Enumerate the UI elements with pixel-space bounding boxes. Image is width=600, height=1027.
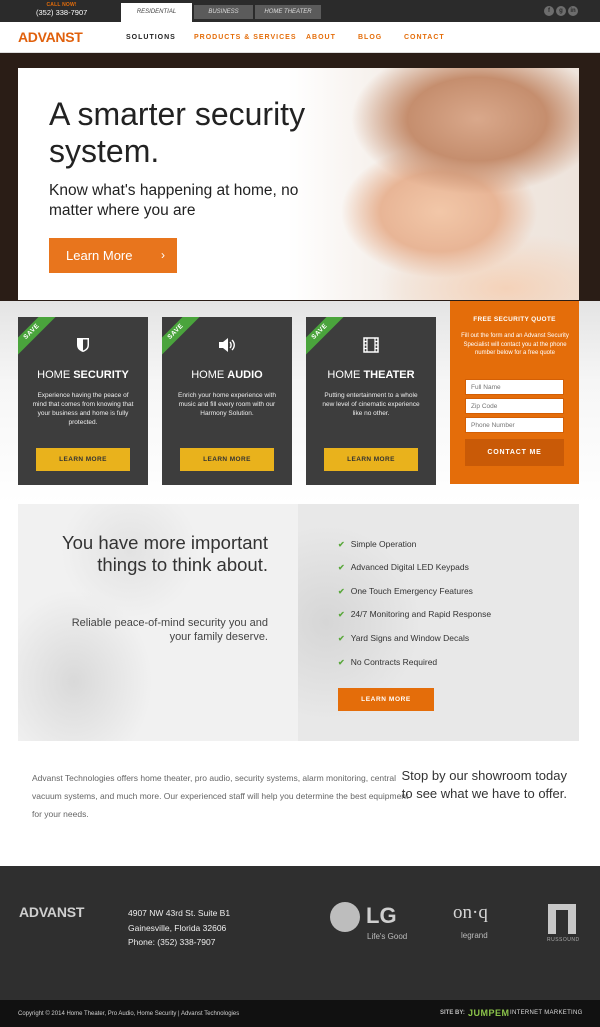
feature-item: ✔ No Contracts Required — [338, 657, 438, 667]
learn-more-button[interactable]: Learn More › — [49, 238, 177, 273]
google-plus-icon[interactable]: g — [556, 6, 566, 16]
footer-address: 4907 NW 43rd St. Suite B1 Gainesville, F… — [128, 906, 230, 950]
address-line-2: Gainesville, Florida 32606 — [128, 922, 227, 933]
nav-item-solutions[interactable]: SOLUTIONS — [126, 34, 176, 41]
check-icon: ✔ — [338, 658, 345, 667]
russound-logo-icon — [548, 904, 576, 934]
benefits-learn-more-button[interactable]: LEARN MORE — [338, 688, 434, 711]
facebook-icon[interactable]: f — [544, 6, 554, 16]
benefits-section: You have more important things to think … — [18, 504, 579, 741]
zip-code-field[interactable] — [465, 398, 564, 414]
hero-banner: A smarter security system. Know what's h… — [18, 68, 579, 300]
footer-logo[interactable]: ADVANST — [19, 904, 84, 920]
check-icon: ✔ — [338, 587, 345, 596]
card-title: HOME THEATER — [327, 369, 415, 381]
address-line-1: 4907 NW 43rd St. Suite B1 — [128, 908, 231, 918]
hero-title: A smarter security system. — [49, 96, 306, 169]
check-icon: ✔ — [338, 610, 345, 619]
nav-item-blog[interactable]: BLOG — [358, 34, 382, 41]
bottom-bar: Copyright © 2014 Home Theater, Pro Audio… — [0, 1000, 600, 1027]
lg-wordmark: LG — [366, 903, 397, 928]
main-nav: ADVANST SOLUTIONS PRODUCTS & SERVICES AB… — [0, 22, 600, 53]
card-description: Enrich your home experience with music a… — [178, 392, 276, 417]
site-by-label: SITE BY: — [440, 1010, 465, 1016]
learn-more-security-button[interactable]: LEARN MORE — [36, 448, 130, 471]
card-home-theater: SAVE HOME THEATER Putting entertainment … — [306, 317, 436, 485]
showroom-callout: Stop by our showroom today to see what w… — [401, 768, 567, 801]
call-now: CALL NOW! (352) 338-7907 — [36, 2, 87, 17]
card-description: Putting entertainment to a whole new lev… — [322, 392, 420, 417]
feature-item: ✔ 24/7 Monitoring and Rapid Response — [338, 609, 492, 619]
learn-more-audio-button[interactable]: LEARN MORE — [180, 448, 274, 471]
speaker-icon — [162, 337, 292, 358]
check-icon: ✔ — [338, 563, 345, 572]
jumpem-link[interactable]: JUMPEM — [468, 1008, 510, 1018]
feature-item: ✔ One Touch Emergency Features — [338, 586, 473, 596]
lg-tagline: Life's Good — [367, 932, 408, 941]
phone-number-field[interactable] — [465, 417, 564, 433]
copyright: Copyright © 2014 Home Theater, Pro Audio… — [18, 1011, 240, 1017]
lg-circle-icon — [330, 902, 360, 932]
linkedin-icon[interactable]: in — [568, 6, 578, 16]
tab-residential[interactable]: RESIDENTIAL — [121, 3, 192, 22]
onq-logo: on·q — [453, 902, 488, 923]
nav-item-contact[interactable]: CONTACT — [404, 34, 445, 41]
russound-wordmark: RUSSOUND — [547, 937, 580, 943]
card-description: Experience having the peace of mind that… — [32, 392, 134, 426]
hero-subtitle: Know what's happening at home, no matter… — [49, 182, 299, 219]
contact-me-button[interactable]: CONTACT ME — [465, 439, 564, 466]
feature-item: ✔ Advanced Digital LED Keypads — [338, 562, 469, 572]
quote-description: Fill out the form and an Advanst Securit… — [461, 333, 569, 356]
tab-home-theater[interactable]: HOME THEATER — [255, 5, 321, 19]
learn-more-theater-button[interactable]: LEARN MORE — [324, 448, 418, 471]
top-bar: CALL NOW! (352) 338-7907 RESIDENTIAL BUS… — [0, 0, 600, 22]
call-now-phone[interactable]: (352) 338-7907 — [36, 8, 87, 17]
logo[interactable]: ADVANST — [18, 29, 83, 45]
card-title: HOME AUDIO — [191, 369, 263, 381]
benefits-heading: You have more important things to think … — [61, 532, 268, 575]
tab-business[interactable]: BUSINESS — [194, 5, 253, 19]
nav-item-about[interactable]: ABOUT — [306, 34, 336, 41]
card-home-security: SAVE HOME SECURITY Experience having the… — [18, 317, 148, 485]
chevron-right-icon: › — [161, 248, 165, 262]
card-title: HOME SECURITY — [37, 369, 129, 381]
check-icon: ✔ — [338, 540, 345, 549]
legrand-logo: legrand — [461, 931, 488, 940]
quote-title: FREE SECURITY QUOTE — [473, 316, 556, 323]
benefits-subheading: Reliable peace-of-mind security you and … — [71, 617, 268, 643]
full-name-field[interactable] — [465, 379, 564, 395]
internet-marketing-label: INTERNET MARKETING — [510, 1010, 583, 1016]
footer-phone[interactable]: Phone: (352) 338-7907 — [128, 935, 230, 950]
feature-item: ✔ Yard Signs and Window Decals — [338, 633, 470, 643]
footer: ADVANST 4907 NW 43rd St. Suite B1 Gaines… — [0, 866, 600, 1000]
nav-item-products-services[interactable]: PRODUCTS & SERVICES — [194, 34, 297, 41]
about-text: Advanst Technologies offers home theater… — [32, 773, 409, 819]
free-quote-panel: FREE SECURITY QUOTE Fill out the form an… — [450, 301, 579, 484]
check-icon: ✔ — [338, 634, 345, 643]
card-home-audio: SAVE HOME AUDIO Enrich your home experie… — [162, 317, 292, 485]
learn-more-label: Learn More — [66, 248, 133, 263]
shield-icon — [18, 337, 148, 358]
feature-item: ✔ Simple Operation — [338, 539, 417, 549]
film-icon — [306, 337, 436, 358]
